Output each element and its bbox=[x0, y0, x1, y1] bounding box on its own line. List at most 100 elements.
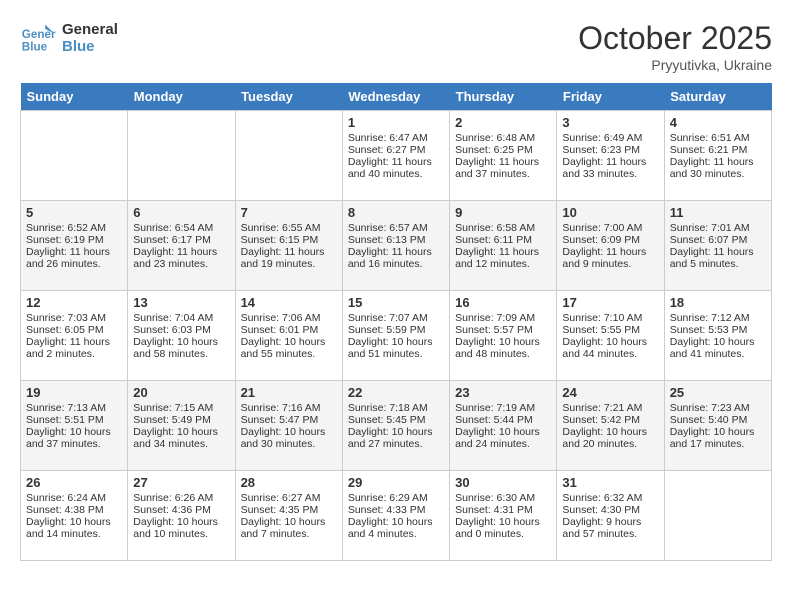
day-number: 30 bbox=[455, 475, 551, 490]
day-number: 25 bbox=[670, 385, 766, 400]
day-info: Sunrise: 7:15 AMSunset: 5:49 PMDaylight:… bbox=[133, 402, 218, 450]
day-number: 9 bbox=[455, 205, 551, 220]
location-subtitle: Pryyutivka, Ukraine bbox=[578, 57, 772, 73]
day-info: Sunrise: 7:18 AMSunset: 5:45 PMDaylight:… bbox=[348, 402, 433, 450]
calendar-cell: 29 Sunrise: 6:29 AMSunset: 4:33 PMDayligh… bbox=[342, 471, 449, 561]
day-info: Sunrise: 6:49 AMSunset: 6:23 PMDaylight:… bbox=[562, 132, 646, 180]
day-number: 21 bbox=[241, 385, 337, 400]
calendar-cell: 9 Sunrise: 6:58 AMSunset: 6:11 PMDaylight… bbox=[450, 201, 557, 291]
day-info: Sunrise: 6:51 AMSunset: 6:21 PMDaylight:… bbox=[670, 132, 754, 180]
day-info: Sunrise: 6:57 AMSunset: 6:13 PMDaylight:… bbox=[348, 222, 432, 270]
calendar-cell bbox=[235, 111, 342, 201]
day-number: 1 bbox=[348, 115, 444, 130]
title-block: October 2025 Pryyutivka, Ukraine bbox=[578, 20, 772, 73]
day-info: Sunrise: 6:27 AMSunset: 4:35 PMDaylight:… bbox=[241, 492, 326, 540]
day-number: 18 bbox=[670, 295, 766, 310]
day-info: Sunrise: 7:09 AMSunset: 5:57 PMDaylight:… bbox=[455, 312, 540, 360]
calendar-cell: 16 Sunrise: 7:09 AMSunset: 5:57 PMDayligh… bbox=[450, 291, 557, 381]
day-info: Sunrise: 7:04 AMSunset: 6:03 PMDaylight:… bbox=[133, 312, 218, 360]
day-info: Sunrise: 6:26 AMSunset: 4:36 PMDaylight:… bbox=[133, 492, 218, 540]
calendar-cell: 21 Sunrise: 7:16 AMSunset: 5:47 PMDayligh… bbox=[235, 381, 342, 471]
calendar-cell: 28 Sunrise: 6:27 AMSunset: 4:35 PMDayligh… bbox=[235, 471, 342, 561]
calendar-cell: 5 Sunrise: 6:52 AMSunset: 6:19 PMDaylight… bbox=[21, 201, 128, 291]
calendar-cell: 25Sunrise: 7:23 AMSunset: 5:40 PMDayligh… bbox=[664, 381, 771, 471]
week-row-4: 19 Sunrise: 7:13 AMSunset: 5:51 PMDayligh… bbox=[21, 381, 772, 471]
logo: General Blue General Blue bbox=[20, 20, 118, 56]
day-number: 12 bbox=[26, 295, 122, 310]
day-number: 22 bbox=[348, 385, 444, 400]
col-header-tuesday: Tuesday bbox=[235, 83, 342, 111]
day-info: Sunrise: 7:16 AMSunset: 5:47 PMDaylight:… bbox=[241, 402, 326, 450]
svg-text:General: General bbox=[22, 28, 56, 41]
day-number: 13 bbox=[133, 295, 229, 310]
calendar-cell: 1 Sunrise: 6:47 AMSunset: 6:27 PMDaylight… bbox=[342, 111, 449, 201]
day-info: Sunrise: 6:32 AMSunset: 4:30 PMDaylight:… bbox=[562, 492, 642, 540]
col-header-wednesday: Wednesday bbox=[342, 83, 449, 111]
day-number: 7 bbox=[241, 205, 337, 220]
calendar-cell: 6 Sunrise: 6:54 AMSunset: 6:17 PMDaylight… bbox=[128, 201, 235, 291]
day-number: 10 bbox=[562, 205, 658, 220]
week-row-5: 26Sunrise: 6:24 AMSunset: 4:38 PMDayligh… bbox=[21, 471, 772, 561]
week-row-3: 12Sunrise: 7:03 AMSunset: 6:05 PMDayligh… bbox=[21, 291, 772, 381]
col-header-saturday: Saturday bbox=[664, 83, 771, 111]
day-info: Sunrise: 7:01 AMSunset: 6:07 PMDaylight:… bbox=[670, 222, 754, 270]
calendar-cell: 30 Sunrise: 6:30 AMSunset: 4:31 PMDayligh… bbox=[450, 471, 557, 561]
day-info: Sunrise: 6:24 AMSunset: 4:38 PMDaylight:… bbox=[26, 492, 111, 540]
day-number: 28 bbox=[241, 475, 337, 490]
day-info: Sunrise: 7:07 AMSunset: 5:59 PMDaylight:… bbox=[348, 312, 433, 360]
day-info: Sunrise: 6:52 AMSunset: 6:19 PMDaylight:… bbox=[26, 222, 110, 270]
day-info: Sunrise: 6:29 AMSunset: 4:33 PMDaylight:… bbox=[348, 492, 433, 540]
logo-icon: General Blue bbox=[20, 20, 56, 56]
day-info: Sunrise: 7:06 AMSunset: 6:01 PMDaylight:… bbox=[241, 312, 326, 360]
calendar-cell: 11 Sunrise: 7:01 AMSunset: 6:07 PMDayligh… bbox=[664, 201, 771, 291]
calendar-cell: 22 Sunrise: 7:18 AMSunset: 5:45 PMDayligh… bbox=[342, 381, 449, 471]
day-info: Sunrise: 6:58 AMSunset: 6:11 PMDaylight:… bbox=[455, 222, 539, 270]
svg-text:Blue: Blue bbox=[22, 41, 48, 54]
day-info: Sunrise: 6:55 AMSunset: 6:15 PMDaylight:… bbox=[241, 222, 325, 270]
day-info: Sunrise: 6:48 AMSunset: 6:25 PMDaylight:… bbox=[455, 132, 539, 180]
day-number: 20 bbox=[133, 385, 229, 400]
day-number: 8 bbox=[348, 205, 444, 220]
calendar-cell: 8 Sunrise: 6:57 AMSunset: 6:13 PMDaylight… bbox=[342, 201, 449, 291]
day-info: Sunrise: 7:12 AMSunset: 5:53 PMDaylight:… bbox=[670, 312, 755, 360]
calendar-table: SundayMondayTuesdayWednesdayThursdayFrid… bbox=[20, 83, 772, 561]
calendar-cell: 4Sunrise: 6:51 AMSunset: 6:21 PMDaylight… bbox=[664, 111, 771, 201]
day-number: 14 bbox=[241, 295, 337, 310]
calendar-cell: 26Sunrise: 6:24 AMSunset: 4:38 PMDayligh… bbox=[21, 471, 128, 561]
col-header-sunday: Sunday bbox=[21, 83, 128, 111]
calendar-cell: 10Sunrise: 7:00 AMSunset: 6:09 PMDayligh… bbox=[557, 201, 664, 291]
day-number: 31 bbox=[562, 475, 658, 490]
day-info: Sunrise: 6:47 AMSunset: 6:27 PMDaylight:… bbox=[348, 132, 432, 180]
day-info: Sunrise: 7:19 AMSunset: 5:44 PMDaylight:… bbox=[455, 402, 540, 450]
logo-general: General bbox=[62, 21, 118, 38]
calendar-cell bbox=[21, 111, 128, 201]
col-header-friday: Friday bbox=[557, 83, 664, 111]
calendar-cell: 3Sunrise: 6:49 AMSunset: 6:23 PMDaylight… bbox=[557, 111, 664, 201]
month-title: October 2025 bbox=[578, 20, 772, 57]
calendar-cell: 24 Sunrise: 7:21 AMSunset: 5:42 PMDayligh… bbox=[557, 381, 664, 471]
calendar-cell: 17Sunrise: 7:10 AMSunset: 5:55 PMDayligh… bbox=[557, 291, 664, 381]
day-number: 2 bbox=[455, 115, 551, 130]
calendar-cell: 18 Sunrise: 7:12 AMSunset: 5:53 PMDayligh… bbox=[664, 291, 771, 381]
calendar-cell bbox=[664, 471, 771, 561]
day-info: Sunrise: 7:13 AMSunset: 5:51 PMDaylight:… bbox=[26, 402, 111, 450]
day-number: 19 bbox=[26, 385, 122, 400]
day-number: 27 bbox=[133, 475, 229, 490]
logo-blue: Blue bbox=[62, 38, 118, 55]
day-number: 29 bbox=[348, 475, 444, 490]
week-row-1: 1 Sunrise: 6:47 AMSunset: 6:27 PMDaylight… bbox=[21, 111, 772, 201]
day-number: 6 bbox=[133, 205, 229, 220]
calendar-cell: 2 Sunrise: 6:48 AMSunset: 6:25 PMDaylight… bbox=[450, 111, 557, 201]
day-number: 11 bbox=[670, 205, 766, 220]
calendar-cell: 15 Sunrise: 7:07 AMSunset: 5:59 PMDayligh… bbox=[342, 291, 449, 381]
day-info: Sunrise: 6:30 AMSunset: 4:31 PMDaylight:… bbox=[455, 492, 540, 540]
page-header: General Blue General Blue October 2025 P… bbox=[20, 20, 772, 73]
calendar-cell: 13 Sunrise: 7:04 AMSunset: 6:03 PMDayligh… bbox=[128, 291, 235, 381]
day-number: 24 bbox=[562, 385, 658, 400]
day-number: 16 bbox=[455, 295, 551, 310]
day-number: 5 bbox=[26, 205, 122, 220]
calendar-cell bbox=[128, 111, 235, 201]
day-info: Sunrise: 6:54 AMSunset: 6:17 PMDaylight:… bbox=[133, 222, 217, 270]
day-info: Sunrise: 7:21 AMSunset: 5:42 PMDaylight:… bbox=[562, 402, 647, 450]
day-number: 15 bbox=[348, 295, 444, 310]
